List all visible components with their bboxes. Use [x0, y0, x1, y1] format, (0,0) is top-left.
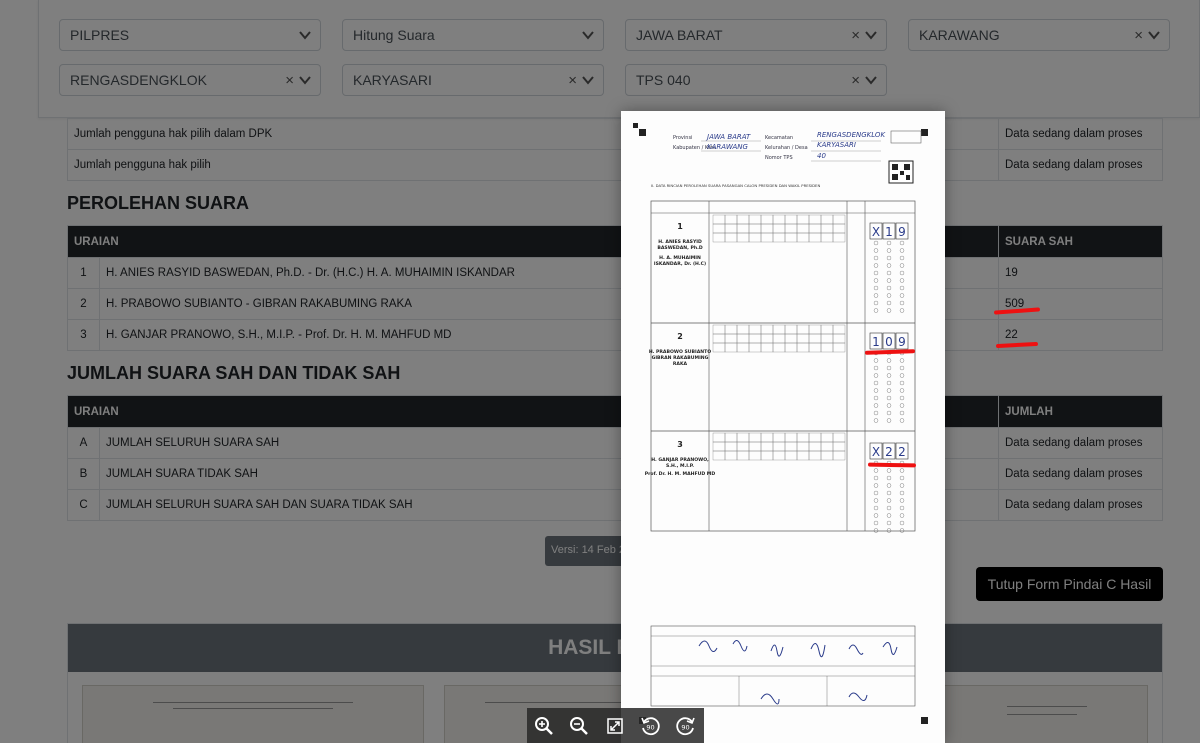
svg-text:90: 90	[646, 724, 654, 732]
svg-text:90: 90	[681, 724, 689, 732]
doc-district: RENGASDENGKLOK	[817, 131, 886, 139]
doc-cand-no: 2	[677, 332, 683, 341]
svg-text:Kelurahan / Desa: Kelurahan / Desa	[765, 145, 808, 151]
doc-digit: 1	[885, 225, 893, 239]
doc-digit: 2	[898, 445, 906, 459]
rotate-left-icon[interactable]: 90	[640, 716, 660, 736]
doc-cand-name: H. A. MUHAIMIN	[659, 255, 701, 261]
rotate-right-icon[interactable]: 90	[676, 716, 696, 736]
doc-cand-name: H. PRABOWO SUBIANTO	[649, 349, 711, 355]
doc-cand-name: H. GANJAR PRANOWO,	[651, 457, 709, 463]
doc-digit: 9	[898, 335, 906, 349]
svg-text:Nomor TPS: Nomor TPS	[765, 155, 793, 161]
doc-digit: X	[872, 445, 880, 459]
doc-cand-name: GIBRAN RAKABUMING	[652, 355, 709, 361]
doc-digit: 9	[898, 225, 906, 239]
zoom-out-icon[interactable]	[569, 716, 589, 736]
doc-cand-no: 3	[677, 440, 683, 449]
doc-village: KARYASARI	[817, 141, 856, 149]
doc-digit: X	[872, 225, 880, 239]
svg-text:Provinsi: Provinsi	[673, 135, 692, 141]
doc-cand-name: H. ANIES RASYID	[658, 239, 702, 245]
document-image: Provinsi Kabupaten / Kota Kecamatan Kelu…	[633, 123, 928, 724]
doc-regency: KARAWANG	[707, 143, 749, 151]
doc-digit: 2	[885, 445, 893, 459]
scanned-c-hasil-document: Provinsi Kabupaten / Kota Kecamatan Kelu…	[621, 111, 945, 743]
doc-section-title: II. DATA RINCIAN PEROLEHAN SUARA PASANGA…	[651, 183, 820, 188]
fit-screen-icon[interactable]	[605, 716, 625, 736]
modal-backdrop[interactable]	[0, 0, 1200, 743]
doc-digit: 1	[872, 335, 880, 349]
zoom-in-icon[interactable]	[534, 716, 554, 736]
doc-cand-name: BASWEDAN, Ph.D	[657, 245, 703, 251]
doc-digit: 0	[885, 335, 893, 349]
svg-text:Kecamatan: Kecamatan	[765, 135, 793, 141]
doc-cand-name: Prof. Dr. H. M. MAHFUD MD	[645, 471, 716, 477]
doc-cand-name: ISKANDAR, Dr. (H.C)	[654, 261, 706, 267]
doc-province: JAWA BARAT	[705, 133, 751, 141]
image-viewer-toolbar: 90 90	[527, 708, 704, 743]
doc-cand-name: RAKA	[673, 361, 688, 367]
doc-cand-name: S.H., M.I.P.	[666, 463, 694, 469]
annotation-underline	[867, 462, 917, 468]
doc-cand-no: 1	[677, 222, 683, 231]
doc-tps: 40	[817, 152, 826, 160]
